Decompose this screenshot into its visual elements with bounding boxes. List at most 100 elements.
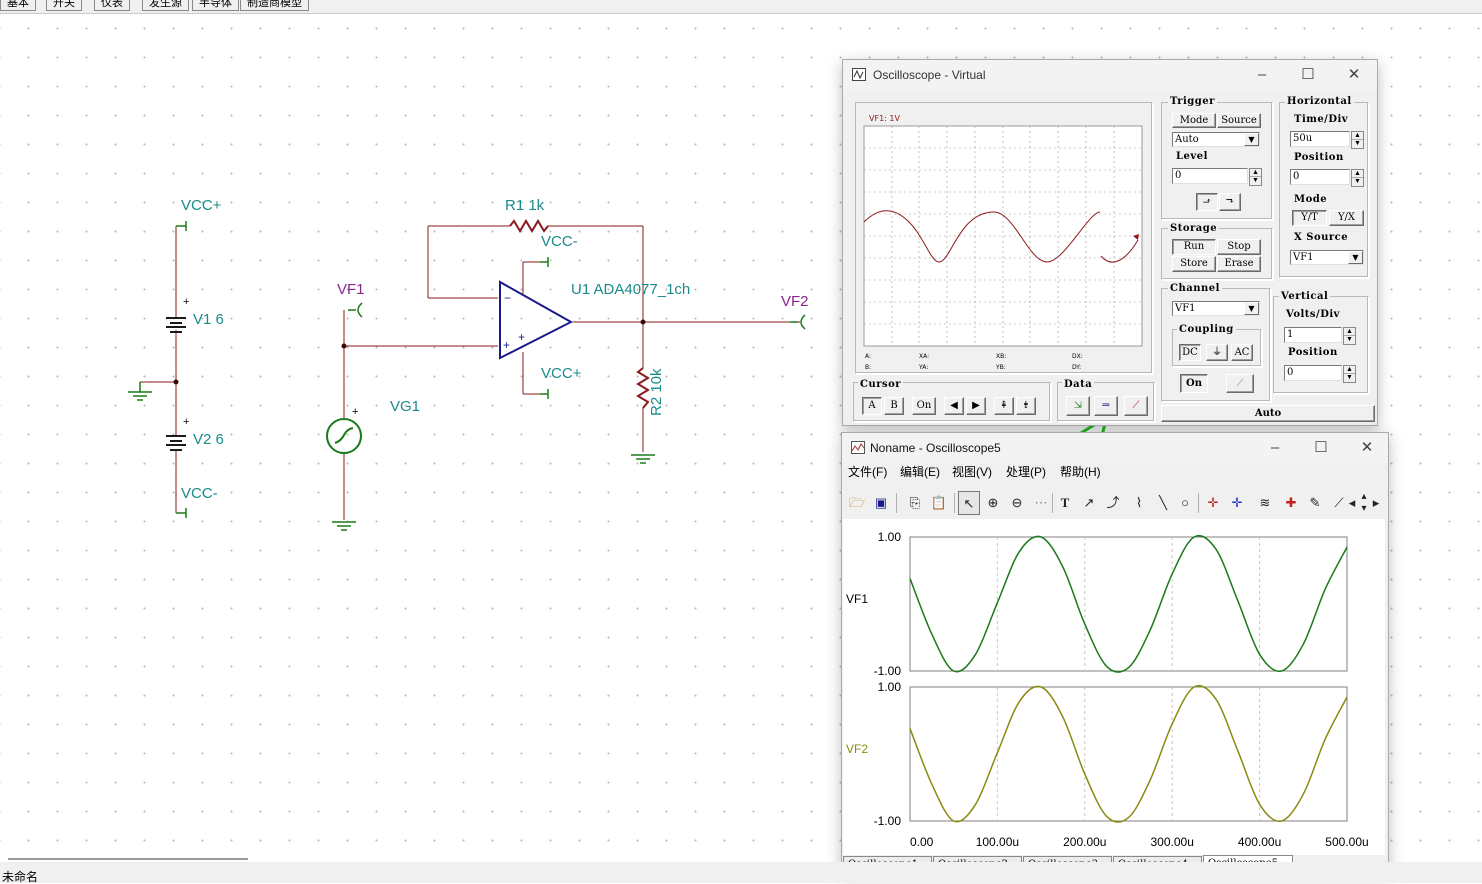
- staircase-icon[interactable]: ⌇: [1128, 491, 1150, 515]
- select-pointer-icon[interactable]: ↖: [958, 491, 980, 515]
- menu-file[interactable]: 文件(F): [848, 463, 887, 480]
- waveform-plots[interactable]: 1.00 -1.00 VF1 1.00 -1.00 VF2 0.00 100.00…: [843, 519, 1385, 855]
- x-tick-label: 0.00: [910, 835, 934, 849]
- maximize-icon[interactable]: ☐: [1304, 437, 1338, 459]
- horizontal-position-stepper[interactable]: ▲ ▼: [1351, 169, 1364, 187]
- resistor-r2: [636, 367, 650, 409]
- text-tool-icon[interactable]: T: [1054, 491, 1076, 515]
- zoom-in-icon[interactable]: ⊕: [982, 491, 1004, 515]
- trigger-source-button[interactable]: Source: [1217, 113, 1261, 128]
- cursor-up-icon[interactable]: ⇞: [994, 397, 1014, 415]
- virtual-oscilloscope-titlebar[interactable]: Oscilloscope - Virtual – ☐ ✕: [843, 60, 1377, 90]
- menu-edit[interactable]: 编辑(E): [900, 463, 940, 480]
- cursor-a-button[interactable]: A: [862, 397, 882, 415]
- cursor-left-icon[interactable]: ◀: [944, 397, 964, 415]
- line-tool-icon[interactable]: ╲: [1152, 491, 1174, 515]
- storage-panel: Storage Run Stop Store Erase: [1161, 223, 1273, 280]
- virtual-oscilloscope-window[interactable]: Oscilloscope - Virtual – ☐ ✕ VF1: 1V A: …: [842, 59, 1378, 426]
- minimize-icon[interactable]: –: [1245, 64, 1279, 86]
- svg-text:XB:: XB:: [996, 353, 1006, 360]
- dropdown-arrow-icon[interactable]: ▼: [1244, 302, 1259, 315]
- cursor-title: Cursor: [858, 379, 904, 391]
- cursor-right-icon[interactable]: ▶: [966, 397, 986, 415]
- trigger-level-input[interactable]: 0: [1172, 168, 1248, 184]
- oscilloscope5-titlebar[interactable]: Noname - Oscilloscope5 – ☐ ✕: [842, 433, 1388, 463]
- vf1-label: VF1: [337, 281, 365, 298]
- horizontal-scrollbar[interactable]: [8, 858, 248, 860]
- dc-coupling-button[interactable]: DC: [1179, 344, 1201, 361]
- menu-help[interactable]: 帮助(H): [1060, 463, 1101, 480]
- export-data-icon[interactable]: ⇒: [1094, 396, 1118, 416]
- line-arrow-icon[interactable]: ↗: [1078, 491, 1100, 515]
- dropdown-arrow-icon[interactable]: ▼: [1348, 251, 1363, 264]
- probe-icon[interactable]: ⟋: [1226, 374, 1254, 393]
- menu-view[interactable]: 视图(V): [952, 463, 992, 480]
- vertical-position-stepper[interactable]: ▲ ▼: [1343, 365, 1356, 383]
- yx-mode-button[interactable]: Y/X: [1329, 210, 1364, 226]
- close-icon[interactable]: ✕: [1337, 64, 1371, 86]
- pen-icon[interactable]: ✎: [1304, 491, 1326, 515]
- storage-title: Storage: [1168, 223, 1220, 235]
- vertical-position-label: Position: [1288, 347, 1338, 358]
- cursor-a-icon[interactable]: ✛: [1202, 491, 1224, 515]
- vcc-minus-label-left: VCC-: [181, 485, 218, 502]
- erase-button[interactable]: Erase: [1217, 256, 1261, 272]
- scope-screen[interactable]: VF1: 1V A: B: XA: YA: XB: YB: DX: DY:: [859, 112, 1147, 372]
- copy-icon[interactable]: ⎘: [904, 491, 926, 515]
- r2-label: R2 10k: [648, 368, 665, 416]
- vertical-position-input[interactable]: 0: [1284, 365, 1342, 381]
- import-data-icon[interactable]: ⇲: [1066, 396, 1090, 416]
- volts-div-input[interactable]: 1: [1284, 327, 1342, 343]
- falling-edge-icon[interactable]: ⬎: [1219, 193, 1241, 211]
- trigger-level-stepper[interactable]: ▲ ▼: [1249, 168, 1262, 186]
- oscilloscope-app-icon: [852, 68, 866, 81]
- cursor-b-button[interactable]: B: [884, 397, 904, 415]
- dropdown-arrow-icon[interactable]: ▼: [1244, 133, 1259, 146]
- horizontal-position-input[interactable]: 0: [1290, 169, 1350, 185]
- scroll-left-icon[interactable]: ◂: [1346, 491, 1358, 515]
- save-icon[interactable]: ▣: [870, 491, 892, 515]
- clear-data-icon[interactable]: ⟋: [1124, 396, 1148, 416]
- pin-markers: [176, 221, 806, 518]
- grid-icon[interactable]: ⋯: [1030, 491, 1052, 515]
- curve-arrow-icon[interactable]: ⤴: [1102, 491, 1124, 515]
- circle-tool-icon[interactable]: ○: [1174, 491, 1196, 515]
- stop-button[interactable]: Stop: [1217, 239, 1261, 255]
- cursor-down-icon[interactable]: ⇟: [1016, 397, 1036, 415]
- time-div-stepper[interactable]: ▲ ▼: [1351, 131, 1364, 149]
- volts-div-stepper[interactable]: ▲ ▼: [1343, 327, 1356, 345]
- ac-coupling-button[interactable]: AC: [1231, 344, 1253, 361]
- run-button[interactable]: Run: [1172, 239, 1216, 255]
- marker-add-icon[interactable]: ✚: [1280, 491, 1302, 515]
- maximize-icon[interactable]: ☐: [1291, 64, 1325, 86]
- channel-panel: Channel VF1 ▼ Coupling DC ⏚ AC On ⟋: [1161, 283, 1271, 402]
- store-button[interactable]: Store: [1172, 256, 1216, 272]
- scroll-updown-icon[interactable]: ▴ ▾: [1358, 491, 1370, 515]
- minimize-icon[interactable]: –: [1258, 437, 1292, 459]
- data-title: Data: [1062, 379, 1095, 391]
- scroll-right-icon[interactable]: ▸: [1370, 491, 1382, 515]
- auto-button[interactable]: Auto: [1161, 405, 1375, 422]
- close-icon[interactable]: ✕: [1350, 437, 1384, 459]
- waveform-icon[interactable]: ≋: [1254, 491, 1276, 515]
- vf1-plot: 1.00 -1.00 VF1: [846, 530, 1348, 678]
- svg-text:A:: A:: [865, 353, 871, 360]
- cursor-b-icon[interactable]: ✛: [1226, 491, 1248, 515]
- cursor-on-button[interactable]: On: [912, 397, 936, 415]
- svg-text:B:: B:: [865, 364, 871, 371]
- channel-on-button[interactable]: On: [1180, 374, 1208, 393]
- zoom-out-icon[interactable]: ⊖: [1006, 491, 1028, 515]
- x-source-select[interactable]: VF1 ▼: [1290, 250, 1364, 265]
- channel-select[interactable]: VF1 ▼: [1172, 301, 1260, 316]
- trigger-mode-button[interactable]: Mode: [1172, 113, 1216, 128]
- trigger-mode-select[interactable]: Auto ▼: [1172, 132, 1260, 147]
- yt-mode-button[interactable]: Y/T: [1292, 210, 1327, 226]
- toolbar-separator: [1198, 493, 1199, 513]
- time-div-input[interactable]: 50u: [1290, 131, 1350, 147]
- rising-edge-icon[interactable]: ⬏: [1196, 193, 1218, 211]
- menu-process[interactable]: 处理(P): [1006, 463, 1046, 480]
- ground-icon[interactable]: ⏚: [1206, 344, 1228, 361]
- paste-icon[interactable]: 📋: [928, 491, 950, 515]
- open-folder-icon[interactable]: 🗁: [846, 491, 868, 515]
- x-tick-label: 300.00u: [1151, 835, 1194, 849]
